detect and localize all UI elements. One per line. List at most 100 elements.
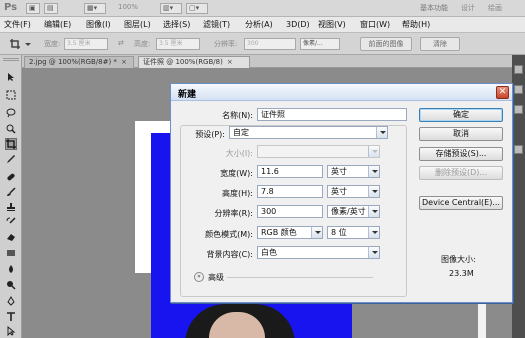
size-label: 大小(I):	[225, 149, 253, 158]
height-label: 高度:	[134, 40, 151, 48]
eyedropper-tool-icon[interactable]	[5, 153, 17, 165]
color-mode-select[interactable]: RGB 颜色	[257, 226, 323, 239]
application-bar: Ps ▣ ▤ ▦▾ 100% ▥▾ ▢▾ 基本功能 设计 绘画	[0, 0, 525, 17]
panel-icon[interactable]	[514, 85, 523, 94]
close-icon[interactable]: ✕	[496, 86, 509, 99]
workspace-design[interactable]: 设计	[461, 2, 475, 14]
width-unit-value: 英寸	[331, 167, 347, 176]
preset-value: 自定	[233, 128, 249, 137]
lasso-tool-icon[interactable]	[5, 107, 17, 119]
panel-icon[interactable]	[514, 65, 523, 74]
chevron-down-icon	[368, 206, 379, 217]
panel-grip-icon[interactable]	[3, 58, 19, 61]
view-extras-button[interactable]: ▦▾	[84, 3, 106, 14]
menu-help[interactable]: 帮助(H)	[402, 19, 430, 31]
height-unit-value: 英寸	[331, 187, 347, 196]
chevron-down-icon	[368, 146, 379, 157]
dialog-titlebar[interactable]: 新建 ✕	[171, 84, 512, 101]
chevron-down-icon	[311, 227, 322, 238]
swap-icon[interactable]: ⇄	[118, 39, 124, 47]
close-icon[interactable]: ×	[227, 58, 233, 66]
options-bar: 宽度: 3.5 厘米 ⇄ 高度: 3.5 厘米 分辨率: 300 像素/... …	[0, 33, 525, 55]
workspace-essentials[interactable]: 基本功能	[420, 2, 448, 14]
width-unit-select[interactable]: 英寸	[327, 165, 380, 178]
expand-advanced-icon[interactable]: »	[194, 272, 204, 282]
resolution-unit-select[interactable]: 像素/英寸	[327, 205, 380, 218]
width-input[interactable]: 3.5 厘米	[64, 38, 108, 50]
advanced-label[interactable]: 高级	[208, 272, 224, 283]
chevron-down-icon	[376, 127, 387, 138]
history-brush-tool-icon[interactable]	[5, 216, 17, 228]
clone-stamp-tool-icon[interactable]	[5, 201, 17, 213]
pen-tool-icon[interactable]	[5, 295, 17, 307]
zoom-level[interactable]: 100%	[118, 3, 138, 11]
menu-edit[interactable]: 编辑(E)	[44, 19, 71, 31]
panel-icon[interactable]	[514, 145, 523, 154]
tab-2jpg[interactable]: 2.jpg @ 100%(RGB/8#) * ×	[24, 56, 134, 68]
background-contents-select[interactable]: 白色	[257, 246, 380, 259]
panel-icon[interactable]	[514, 105, 523, 114]
screen-mode-button[interactable]: ▢▾	[186, 3, 208, 14]
close-icon[interactable]: ×	[121, 58, 127, 66]
tools-panel	[0, 55, 22, 338]
device-central-button[interactable]: Device Central(E)...	[419, 196, 503, 210]
bit-depth-select[interactable]: 8 位	[327, 226, 380, 239]
resolution-unit-value: 像素/英寸	[331, 207, 366, 216]
menu-filter[interactable]: 滤镜(T)	[203, 19, 230, 31]
path-selection-tool-icon[interactable]	[5, 325, 17, 337]
chevron-down-icon	[368, 186, 379, 197]
menu-image[interactable]: 图像(I)	[86, 19, 111, 31]
clear-button[interactable]: 清除	[420, 37, 460, 51]
width-field[interactable]: 11.6	[257, 165, 323, 178]
minibridge-button[interactable]: ▤	[44, 3, 58, 14]
resolution-label: 分辨率(R):	[214, 209, 254, 218]
image-size-label: 图像大小:	[441, 255, 476, 264]
quick-selection-tool-icon[interactable]	[5, 123, 17, 135]
gradient-tool-icon[interactable]	[5, 247, 17, 259]
height-input[interactable]: 3.5 厘米	[156, 38, 200, 50]
preset-select[interactable]: 自定	[229, 126, 388, 139]
tab-id-photo[interactable]: 证件照 @ 100%(RGB/8) ×	[138, 56, 250, 68]
menu-window[interactable]: 窗口(W)	[360, 19, 390, 31]
front-image-button[interactable]: 前面的图像	[360, 37, 412, 51]
name-field[interactable]: 证件照	[257, 108, 407, 121]
height-unit-select[interactable]: 英寸	[327, 185, 380, 198]
ok-button[interactable]: 确定	[419, 108, 503, 122]
menu-select[interactable]: 选择(S)	[163, 19, 190, 31]
bridge-button[interactable]: ▣	[26, 3, 40, 14]
blur-tool-icon[interactable]	[5, 263, 17, 275]
menu-view[interactable]: 视图(V)	[318, 19, 346, 31]
dodge-tool-icon[interactable]	[5, 279, 17, 291]
dialog-title: 新建	[178, 90, 197, 100]
chevron-down-icon	[368, 247, 379, 258]
width-label: 宽度:	[44, 40, 61, 48]
advanced-divider	[227, 277, 373, 278]
marquee-tool-icon[interactable]	[5, 89, 17, 101]
cancel-button[interactable]: 取消	[419, 127, 503, 141]
arrange-docs-button[interactable]: ▥▾	[160, 3, 182, 14]
eraser-tool-icon[interactable]	[5, 231, 17, 243]
healing-brush-tool-icon[interactable]	[5, 171, 17, 183]
menu-file[interactable]: 文件(F)	[4, 19, 31, 31]
menu-3d[interactable]: 3D(D)	[286, 19, 310, 31]
resolution-unit-select[interactable]: 像素/...	[300, 38, 340, 50]
name-label: 名称(N):	[222, 111, 253, 120]
photoshop-logo: Ps	[4, 2, 18, 13]
resolution-input[interactable]: 300	[244, 38, 296, 50]
tab-label: 证件照 @ 100%(RGB/8)	[143, 58, 223, 66]
menu-analysis[interactable]: 分析(A)	[245, 19, 273, 31]
brush-tool-icon[interactable]	[5, 186, 17, 198]
crop-tool-preset-icon[interactable]	[8, 37, 32, 51]
type-tool-icon[interactable]	[5, 311, 17, 323]
resolution-field[interactable]: 300	[257, 205, 323, 218]
bit-depth-value: 8 位	[331, 228, 347, 237]
workspace-painting[interactable]: 绘画	[488, 2, 502, 14]
height-field[interactable]: 7.8	[257, 185, 323, 198]
resolution-label: 分辨率:	[214, 40, 238, 48]
menu-layer[interactable]: 图层(L)	[124, 19, 151, 31]
move-tool-icon[interactable]	[5, 71, 17, 83]
crop-tool-icon[interactable]	[5, 138, 17, 150]
save-preset-button[interactable]: 存储预设(S)...	[419, 147, 503, 161]
size-select	[257, 145, 380, 158]
width-label: 宽度(W):	[220, 169, 253, 178]
